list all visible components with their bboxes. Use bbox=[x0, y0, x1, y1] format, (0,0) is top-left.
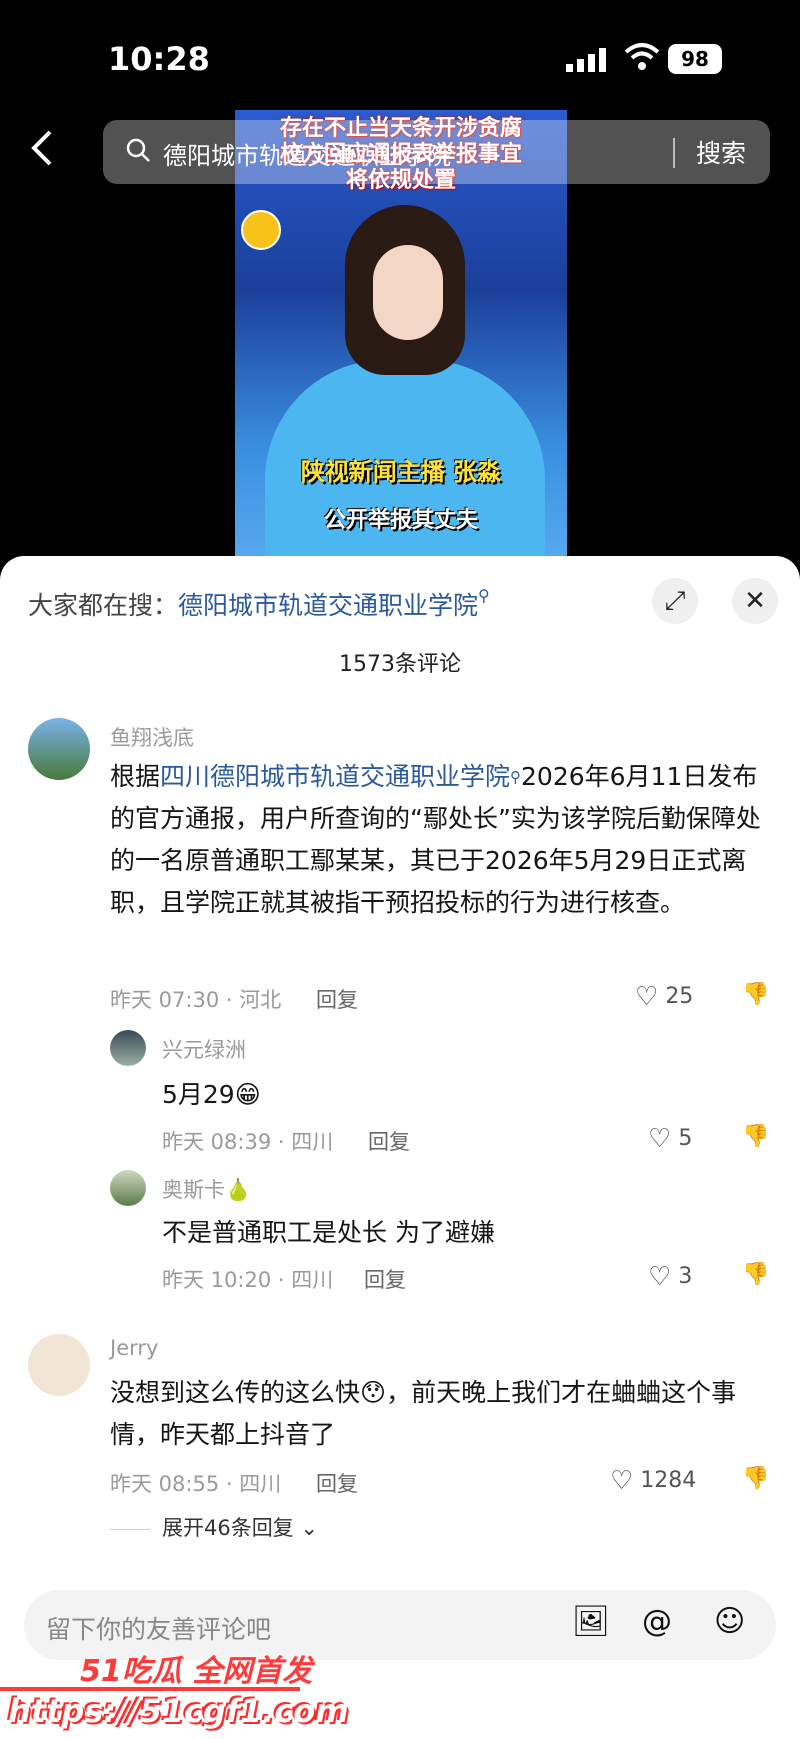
trending-link[interactable]: 德阳城市轨道交通职业学院 bbox=[178, 591, 478, 620]
reply-meta: 昨天 08:39 · 四川 bbox=[162, 1130, 334, 1154]
comment-text: 没想到这么传的这么快😯，前天晚上我们才在蛐蛐这个事情，昨天都上抖音了 bbox=[110, 1378, 737, 1449]
search-icon: ⚲ bbox=[478, 586, 490, 605]
collapse-icon[interactable]: ⤢ bbox=[652, 578, 698, 624]
comment-author[interactable]: Jerry bbox=[110, 1336, 158, 1360]
search-box[interactable]: 德阳城市轨道交通职业学院 搜索 bbox=[103, 120, 770, 184]
like-count: 1284 bbox=[640, 1468, 697, 1493]
at-icon[interactable]: @ bbox=[642, 1604, 672, 1639]
video-caption-name: 陕视新闻主播 张淼 bbox=[300, 458, 502, 486]
search-divider bbox=[673, 138, 675, 168]
status-time: 10:28 bbox=[108, 40, 210, 78]
heart-icon: ♡ bbox=[635, 982, 659, 1012]
comment-count: 1573条评论 bbox=[339, 652, 461, 677]
reply-meta: 昨天 10:20 · 四川 bbox=[162, 1268, 334, 1292]
comment-input-placeholder: 留下你的友善评论吧 bbox=[46, 1615, 272, 1644]
emoji-icon[interactable]: ☺ bbox=[714, 1604, 745, 1639]
watermark-underline bbox=[0, 1687, 300, 1691]
like-button[interactable]: ♡ 5 bbox=[648, 1124, 692, 1154]
back-icon[interactable] bbox=[30, 128, 54, 178]
comment-text: 根据四川德阳城市轨道交通职业学院⚲2026年6月11日发布的官方通报，用户所查询… bbox=[110, 756, 770, 924]
like-button[interactable]: ♡ 3 bbox=[648, 1262, 692, 1292]
expand-divider bbox=[110, 1528, 150, 1530]
chevron-down-icon: ⌄ bbox=[300, 1516, 319, 1540]
comments-sheet: 大家都在搜：德阳城市轨道交通职业学院⚲ ⤢ ✕ 1573条评论 鱼翔浅底 根据四… bbox=[0, 556, 800, 1739]
reply-button[interactable]: 回复 bbox=[316, 1468, 358, 1498]
like-button[interactable]: ♡ 1284 bbox=[610, 1466, 696, 1496]
expand-label: 展开46条回复 bbox=[162, 1516, 294, 1540]
expand-replies-button[interactable]: 展开46条回复 ⌄ bbox=[110, 1512, 318, 1542]
battery-indicator: 98 bbox=[668, 44, 722, 74]
signal-icon bbox=[566, 48, 606, 72]
heart-icon: ♡ bbox=[610, 1466, 634, 1496]
dislike-icon[interactable]: 👎 bbox=[742, 1466, 769, 1491]
reply-button[interactable]: 回复 bbox=[368, 1126, 410, 1156]
avatar[interactable] bbox=[28, 718, 90, 780]
search-icon bbox=[126, 138, 150, 162]
comment-text-link[interactable]: 四川德阳城市轨道交通职业学院 bbox=[160, 762, 510, 791]
search-query[interactable]: 德阳城市轨道交通职业学院 bbox=[163, 136, 451, 171]
close-icon[interactable]: ✕ bbox=[732, 578, 778, 624]
like-button[interactable]: ♡ 25 bbox=[635, 982, 693, 1012]
heart-icon: ♡ bbox=[648, 1124, 672, 1154]
top-bar: 德阳城市轨道交通职业学院 搜索 bbox=[0, 110, 800, 190]
reply-button[interactable]: 回复 bbox=[364, 1264, 406, 1294]
reply-text: 5月29😁 bbox=[162, 1080, 261, 1109]
avatar[interactable] bbox=[28, 1334, 90, 1396]
search-button[interactable]: 搜索 bbox=[696, 134, 746, 170]
trending-search[interactable]: 大家都在搜：德阳城市轨道交通职业学院⚲ bbox=[28, 586, 490, 622]
comment-author[interactable]: 鱼翔浅底 bbox=[110, 722, 194, 752]
video-caption-sub: 公开举报其丈夫 bbox=[323, 508, 478, 533]
watermark-url: https://51cgf1.com bbox=[8, 1692, 349, 1730]
watermark-title: 51吃瓜 全网首发 bbox=[80, 1654, 313, 1689]
avatar[interactable] bbox=[110, 1170, 146, 1206]
status-bar: 10:28 98 bbox=[0, 0, 800, 110]
like-count: 5 bbox=[678, 1126, 693, 1151]
like-count: 3 bbox=[678, 1264, 693, 1289]
comment-meta: 昨天 07:30 · 河北 bbox=[110, 988, 282, 1012]
reply-text: 不是普通职工是处长 为了避嫌 bbox=[162, 1218, 495, 1247]
comment-text-prefix: 根据 bbox=[110, 762, 161, 791]
avatar[interactable] bbox=[110, 1030, 146, 1066]
dislike-icon[interactable]: 👎 bbox=[742, 982, 769, 1007]
anchor-face bbox=[373, 245, 443, 340]
search-icon: ⚲ bbox=[510, 768, 522, 786]
reply-author[interactable]: 兴元绿洲 bbox=[162, 1034, 246, 1064]
comment-meta: 昨天 08:55 · 四川 bbox=[110, 1472, 282, 1496]
dislike-icon[interactable]: 👎 bbox=[742, 1124, 769, 1149]
reply-button[interactable]: 回复 bbox=[316, 984, 358, 1014]
dislike-icon[interactable]: 👎 bbox=[742, 1262, 769, 1287]
heart-icon: ♡ bbox=[648, 1262, 672, 1292]
channel-logo bbox=[241, 210, 281, 250]
reply-author[interactable]: 奥斯卡🍐 bbox=[162, 1174, 251, 1204]
wifi-icon bbox=[624, 43, 660, 70]
image-icon[interactable]: 🖼 bbox=[572, 1604, 610, 1639]
like-count: 25 bbox=[665, 984, 694, 1009]
trending-prefix: 大家都在搜： bbox=[28, 591, 179, 620]
